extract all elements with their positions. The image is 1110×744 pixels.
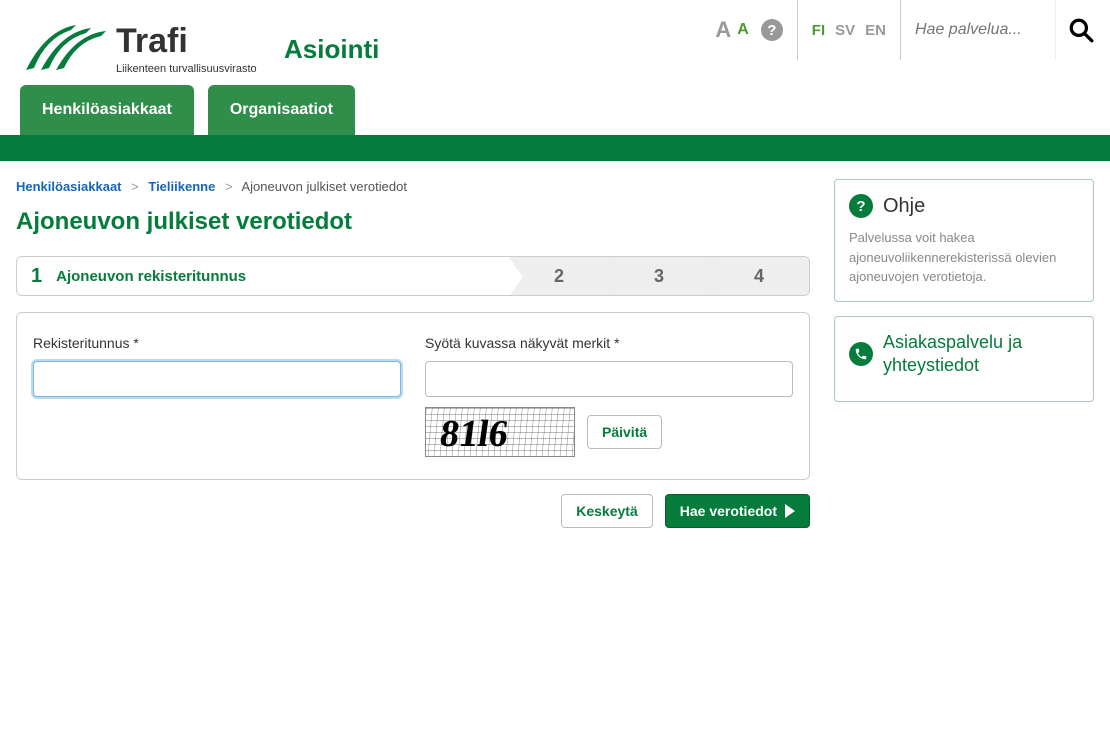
- help-icon[interactable]: ?: [761, 19, 783, 41]
- step-3: 3: [609, 257, 709, 295]
- lang-en[interactable]: EN: [865, 22, 886, 39]
- svg-text:81l6: 81l6: [437, 413, 510, 455]
- breadcrumb-current: Ajoneuvon julkiset verotiedot: [241, 179, 407, 194]
- step-4: 4: [709, 257, 809, 295]
- submit-button[interactable]: Hae verotiedot: [665, 494, 810, 528]
- help-title: Ohje: [883, 195, 925, 218]
- search-box: [915, 0, 1056, 60]
- svg-text:Trafi: Trafi: [116, 22, 188, 60]
- help-icon: ?: [849, 194, 873, 218]
- breadcrumb-link-2[interactable]: Tieliikenne: [148, 179, 215, 194]
- header-controls: A A ? FI SV EN: [715, 10, 1094, 50]
- lang-fi[interactable]: FI: [812, 22, 825, 39]
- font-size-large-button[interactable]: A: [715, 17, 731, 43]
- tab-henkiloasiakkaat[interactable]: Henkilöasiakkaat: [20, 85, 194, 135]
- main-content: Henkilöasiakkaat > Tieliikenne > Ajoneuv…: [16, 179, 810, 528]
- trafi-logo: Trafi Liikenteen turvallisuusvirasto: [16, 10, 266, 85]
- step-2: 2: [509, 257, 609, 295]
- nav-tabs: Henkilöasiakkaat Organisaatiot: [0, 85, 1110, 135]
- breadcrumb-link-1[interactable]: Henkilöasiakkaat: [16, 179, 122, 194]
- breadcrumb: Henkilöasiakkaat > Tieliikenne > Ajoneuv…: [16, 179, 810, 194]
- tab-organisaatiot[interactable]: Organisaatiot: [208, 85, 355, 135]
- contact-box[interactable]: Asiakaspalvelu ja yhteystiedot: [834, 316, 1094, 403]
- breadcrumb-separator: >: [225, 179, 233, 194]
- reg-label: Rekisteritunnus *: [33, 335, 401, 351]
- form-actions: Keskeytä Hae verotiedot: [16, 494, 810, 528]
- cancel-button[interactable]: Keskeytä: [561, 494, 653, 528]
- language-switcher: FI SV EN: [797, 0, 901, 60]
- captcha-image: 81l6: [425, 407, 575, 457]
- breadcrumb-separator: >: [131, 179, 139, 194]
- nav-bar: [0, 135, 1110, 161]
- captcha-label: Syötä kuvassa näkyvät merkit *: [425, 335, 793, 351]
- svg-text:Liikenteen turvallisuusvirasto: Liikenteen turvallisuusvirasto: [116, 63, 257, 75]
- arrow-right-icon: [785, 504, 795, 518]
- reg-input[interactable]: [33, 361, 401, 397]
- page-title: Ajoneuvon julkiset verotiedot: [16, 208, 810, 236]
- app-title: Asiointi: [284, 34, 379, 65]
- sidebar: ? Ohje Palvelussa voit hakea ajoneuvolii…: [834, 179, 1094, 416]
- step-1-label: Ajoneuvon rekisteritunnus: [56, 268, 246, 285]
- step-1: 1 Ajoneuvon rekisteritunnus: [17, 257, 509, 295]
- captcha-input[interactable]: [425, 361, 793, 397]
- help-box: ? Ohje Palvelussa voit hakea ajoneuvolii…: [834, 179, 1094, 302]
- step-indicator: 1 Ajoneuvon rekisteritunnus 2 3 4: [16, 256, 810, 296]
- header: Trafi Liikenteen turvallisuusvirasto Asi…: [0, 0, 1110, 85]
- refresh-captcha-button[interactable]: Päivitä: [587, 415, 662, 449]
- lang-sv[interactable]: SV: [835, 22, 855, 39]
- font-size-small-button[interactable]: A: [737, 21, 749, 39]
- phone-icon: [849, 342, 873, 366]
- logo-area[interactable]: Trafi Liikenteen turvallisuusvirasto Asi…: [16, 10, 379, 85]
- form-panel: Rekisteritunnus * Syötä kuvassa näkyvät …: [16, 312, 810, 480]
- help-text: Palvelussa voit hakea ajoneuvoliikennere…: [849, 228, 1079, 287]
- contact-link[interactable]: Asiakaspalvelu ja yhteystiedot: [883, 331, 1079, 378]
- search-icon[interactable]: [1068, 17, 1094, 43]
- step-1-number: 1: [31, 265, 42, 288]
- search-input[interactable]: [915, 21, 1055, 39]
- submit-button-label: Hae verotiedot: [680, 503, 777, 519]
